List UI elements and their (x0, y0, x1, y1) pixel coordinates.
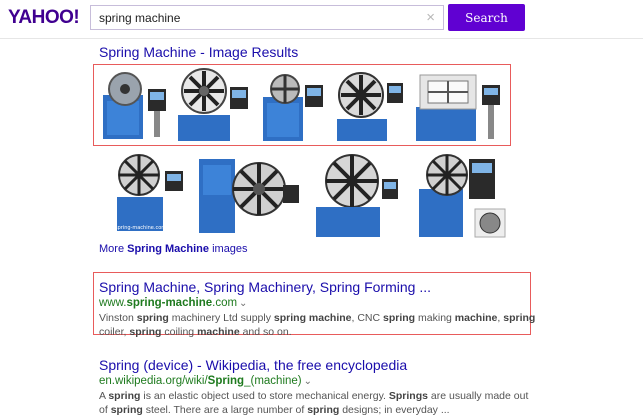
image-thumbnail[interactable] (308, 149, 404, 239)
image-results-title[interactable]: Spring Machine - Image Results (99, 44, 298, 60)
result-url-suffix: .com (212, 297, 238, 309)
more-images-prefix: More (99, 243, 128, 255)
yahoo-logo[interactable]: YAHOO! (8, 7, 80, 29)
search-result: Spring (device) - Wikipedia, the free en… (99, 357, 539, 417)
result-title-link[interactable]: Spring (device) - Wikipedia, the free en… (99, 357, 539, 373)
result-url-domain: spring-machine (126, 297, 213, 309)
result-snippet: Vinston spring machinery Ltd supply spri… (99, 312, 536, 338)
image-thumbnail[interactable] (257, 67, 329, 143)
image-thumbnail[interactable] (410, 67, 509, 143)
chevron-down-icon[interactable]: ⌄ (304, 376, 312, 387)
thumbnail-watermark: spring-machine.com (115, 225, 166, 231)
search-input[interactable] (99, 6, 419, 29)
search-box[interactable]: × (90, 5, 444, 30)
more-images-link[interactable]: More Spring Machine images (99, 243, 248, 255)
more-images-query: Spring Machine (127, 243, 210, 255)
image-thumbnail[interactable] (193, 149, 303, 239)
search-button[interactable]: Search (448, 4, 525, 31)
result-url[interactable]: en.wikipedia.org/wiki/Spring_(machine) ⌄ (99, 375, 539, 387)
image-thumbnail[interactable] (331, 67, 407, 143)
result-url-path: Spring (207, 375, 245, 387)
image-thumbnail[interactable] (413, 149, 509, 239)
search-result: Spring Machine, Spring Machinery, Spring… (99, 279, 539, 339)
image-thumbnail[interactable]: spring-machine.com (109, 149, 189, 239)
result-snippet: A spring is an elastic object used to st… (99, 390, 529, 416)
result-url-prefix: en.wikipedia.org/wiki/ (99, 375, 208, 387)
more-images-suffix: images (209, 243, 248, 255)
result-url-suffix: _(machine) (244, 375, 302, 387)
chevron-down-icon[interactable]: ⌄ (239, 298, 247, 309)
result-url[interactable]: www.spring-machine.com ⌄ (99, 297, 539, 309)
image-thumbnail[interactable] (176, 67, 254, 143)
result-url-prefix: www. (99, 297, 127, 309)
result-title-link[interactable]: Spring Machine, Spring Machinery, Spring… (99, 279, 539, 295)
header-bar: YAHOO! × Search (0, 0, 643, 39)
image-thumbnail[interactable] (98, 67, 173, 143)
clear-icon[interactable]: × (426, 9, 435, 26)
